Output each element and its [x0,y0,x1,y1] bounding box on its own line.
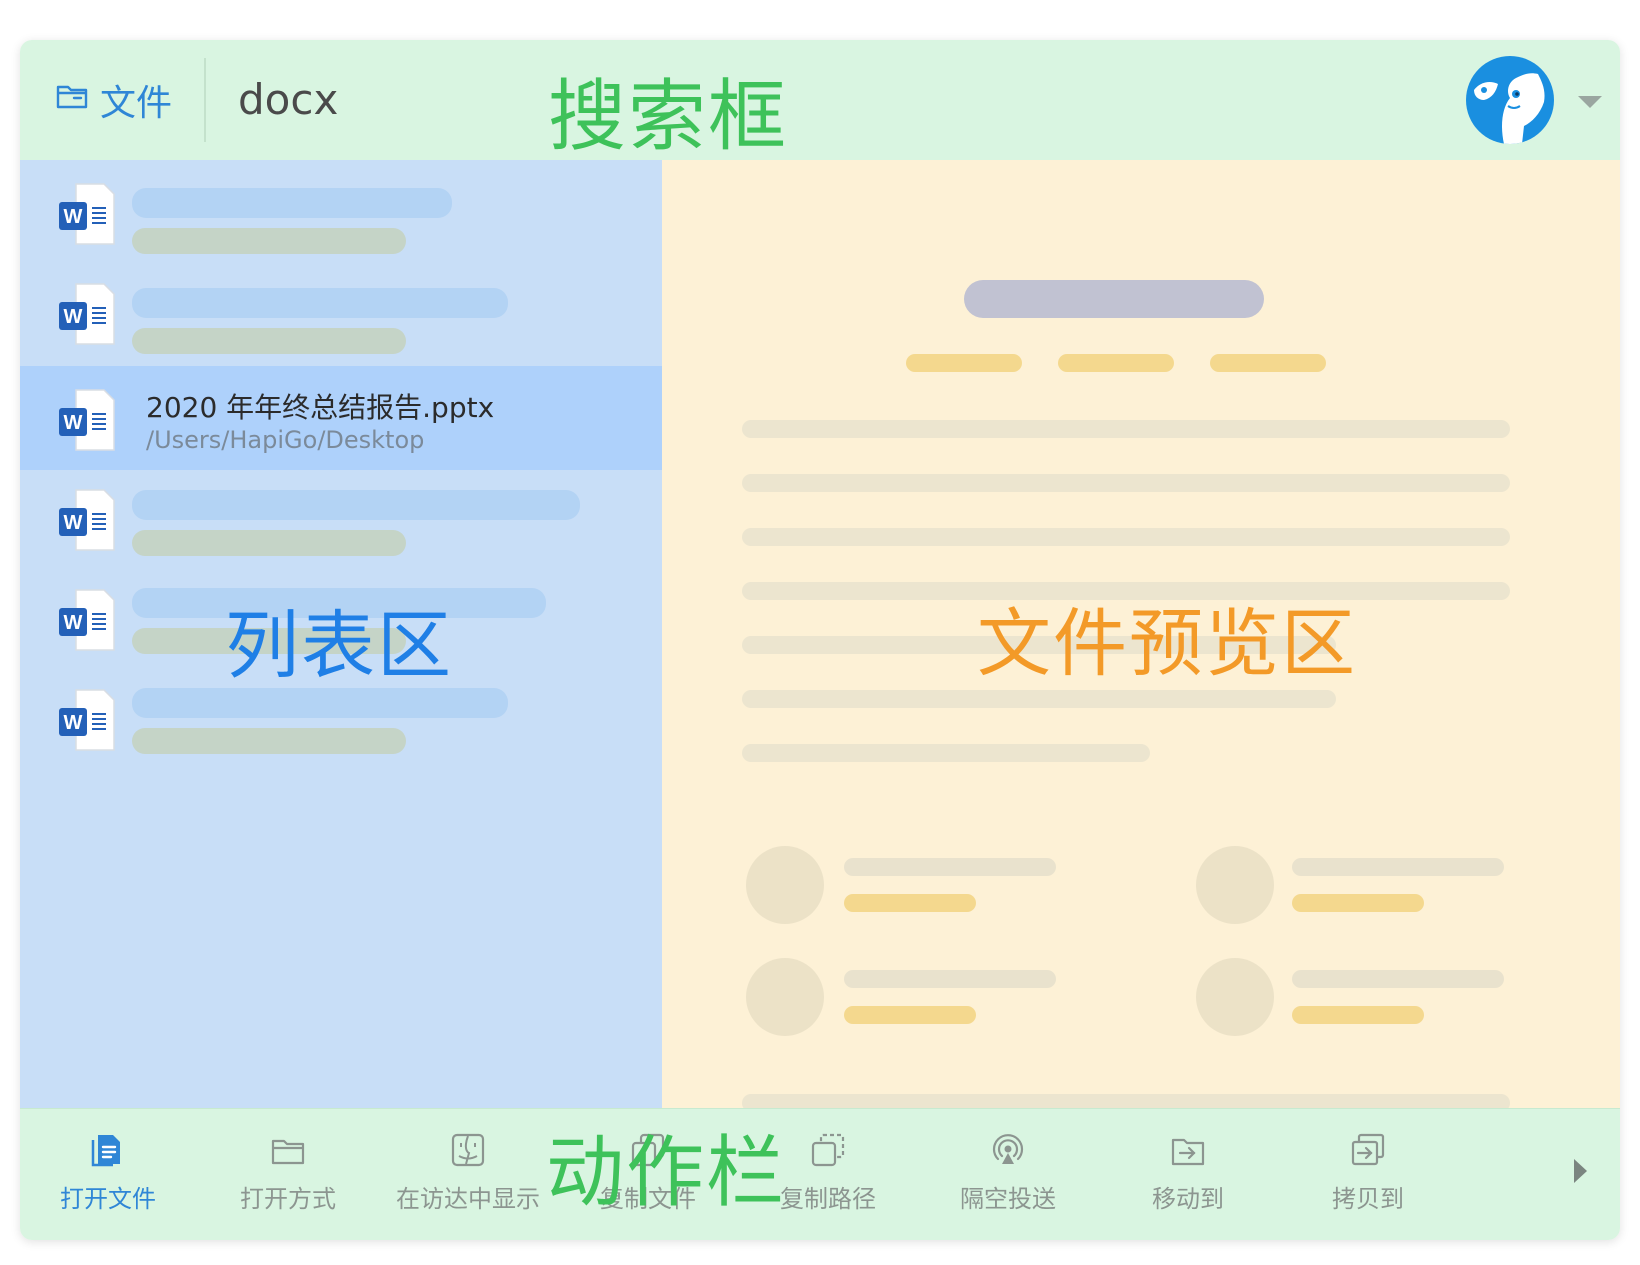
preview-line-placeholder [1292,894,1424,912]
search-scope-label: 文件 [100,83,173,124]
placeholder-title [132,288,508,318]
copy-to-icon [1351,1133,1385,1166]
list-item[interactable]: W [20,466,662,570]
preview-line-placeholder [742,690,1336,708]
preview-line-placeholder [844,970,1056,988]
folder-icon [54,78,90,123]
finder-icon [451,1133,485,1167]
preview-tag-placeholder [906,354,1022,372]
folder-icon [271,1139,305,1165]
file-preview: 文件预览区 [662,160,1620,1152]
move-to-folder-icon [1171,1138,1205,1166]
list-item[interactable]: W [20,260,662,364]
preview-title-placeholder [964,280,1264,318]
list-item[interactable]: W [20,160,662,264]
airdrop-icon [992,1134,1024,1164]
placeholder-title [132,188,452,218]
action-bar-annotation: 动作栏 [546,1128,787,1218]
airdrop-label: 隔空投送 [960,1185,1056,1213]
preview-avatar-placeholder [746,958,824,1036]
preview-tag-placeholder [1210,354,1326,372]
preview-line-placeholder [742,474,1510,492]
app-window: 文件 docx 搜索框 W W W 2020 年年终总结报告.pptx /Use… [20,40,1620,1240]
preview-avatar-placeholder [1196,846,1274,924]
avatar[interactable] [1466,56,1554,144]
placeholder-path [132,228,406,254]
svg-text:W: W [64,612,83,634]
preview-line-placeholder [1292,858,1504,876]
svg-text:W: W [64,712,83,734]
copy-to-label: 拷贝到 [1332,1185,1404,1213]
list-area-annotation: 列表区 [225,603,453,689]
preview-line-placeholder [1292,1006,1424,1024]
placeholder-path [132,530,406,556]
open-with-button[interactable]: 打开方式 [208,1131,368,1221]
search-scope-button[interactable]: 文件 [54,40,172,160]
word-document-icon: W [58,488,116,552]
document-icon [91,1135,120,1167]
preview-line-placeholder [742,528,1510,546]
list-item-selected[interactable]: W 2020 年年终总结报告.pptx /Users/HapiGo/Deskto… [20,366,662,470]
chevron-right-icon[interactable] [1574,1159,1587,1183]
move-to-label: 移动到 [1152,1185,1224,1213]
search-area-annotation: 搜索框 [548,72,789,162]
placeholder-path [132,728,406,754]
show-in-finder-label: 在访达中显示 [396,1185,540,1213]
chevron-down-icon[interactable] [1578,96,1602,108]
file-path: /Users/HapiGo/Desktop [146,426,425,454]
preview-line-placeholder [742,744,1150,762]
copy-path-icon [811,1133,845,1167]
search-bar: 文件 docx 搜索框 [20,40,1620,162]
copy-to-button[interactable]: 拷贝到 [1288,1131,1448,1221]
svg-text:W: W [64,306,83,328]
open-file-button[interactable]: 打开文件 [28,1131,188,1221]
move-to-button[interactable]: 移动到 [1108,1131,1268,1221]
preview-avatar-placeholder [1196,958,1274,1036]
word-document-icon: W [58,182,116,246]
svg-text:W: W [64,206,83,228]
word-document-icon: W [58,282,116,346]
preview-line-placeholder [1292,970,1504,988]
show-in-finder-button[interactable]: 在访达中显示 [388,1131,548,1221]
open-file-label: 打开文件 [60,1185,156,1213]
word-document-icon: W [58,688,116,752]
preview-tag-placeholder [1058,354,1174,372]
file-name: 2020 年年终总结报告.pptx [146,391,495,424]
open-with-label: 打开方式 [240,1185,336,1213]
search-input[interactable]: docx [238,40,338,160]
airdrop-button[interactable]: 隔空投送 [928,1131,1088,1221]
svg-text:W: W [64,512,83,534]
action-bar: 打开文件 打开方式 在访达中显示 复制文件 复制路径 隔空投送 移动到 拷贝到 [20,1108,1620,1240]
placeholder-path [132,328,406,354]
preview-line-placeholder [844,1006,976,1024]
dog-mascot-icon [1474,73,1545,144]
preview-area-annotation: 文件预览区 [977,601,1357,687]
word-document-icon: W [58,388,116,452]
result-list: W W W 2020 年年终总结报告.pptx /Users/HapiGo/De… [20,160,662,1152]
preview-avatar-placeholder [746,846,824,924]
preview-line-placeholder [844,894,976,912]
svg-text:W: W [64,412,83,434]
preview-line-placeholder [844,858,1056,876]
preview-line-placeholder [742,420,1510,438]
placeholder-title [132,490,580,520]
divider [204,58,206,142]
word-document-icon: W [58,588,116,652]
